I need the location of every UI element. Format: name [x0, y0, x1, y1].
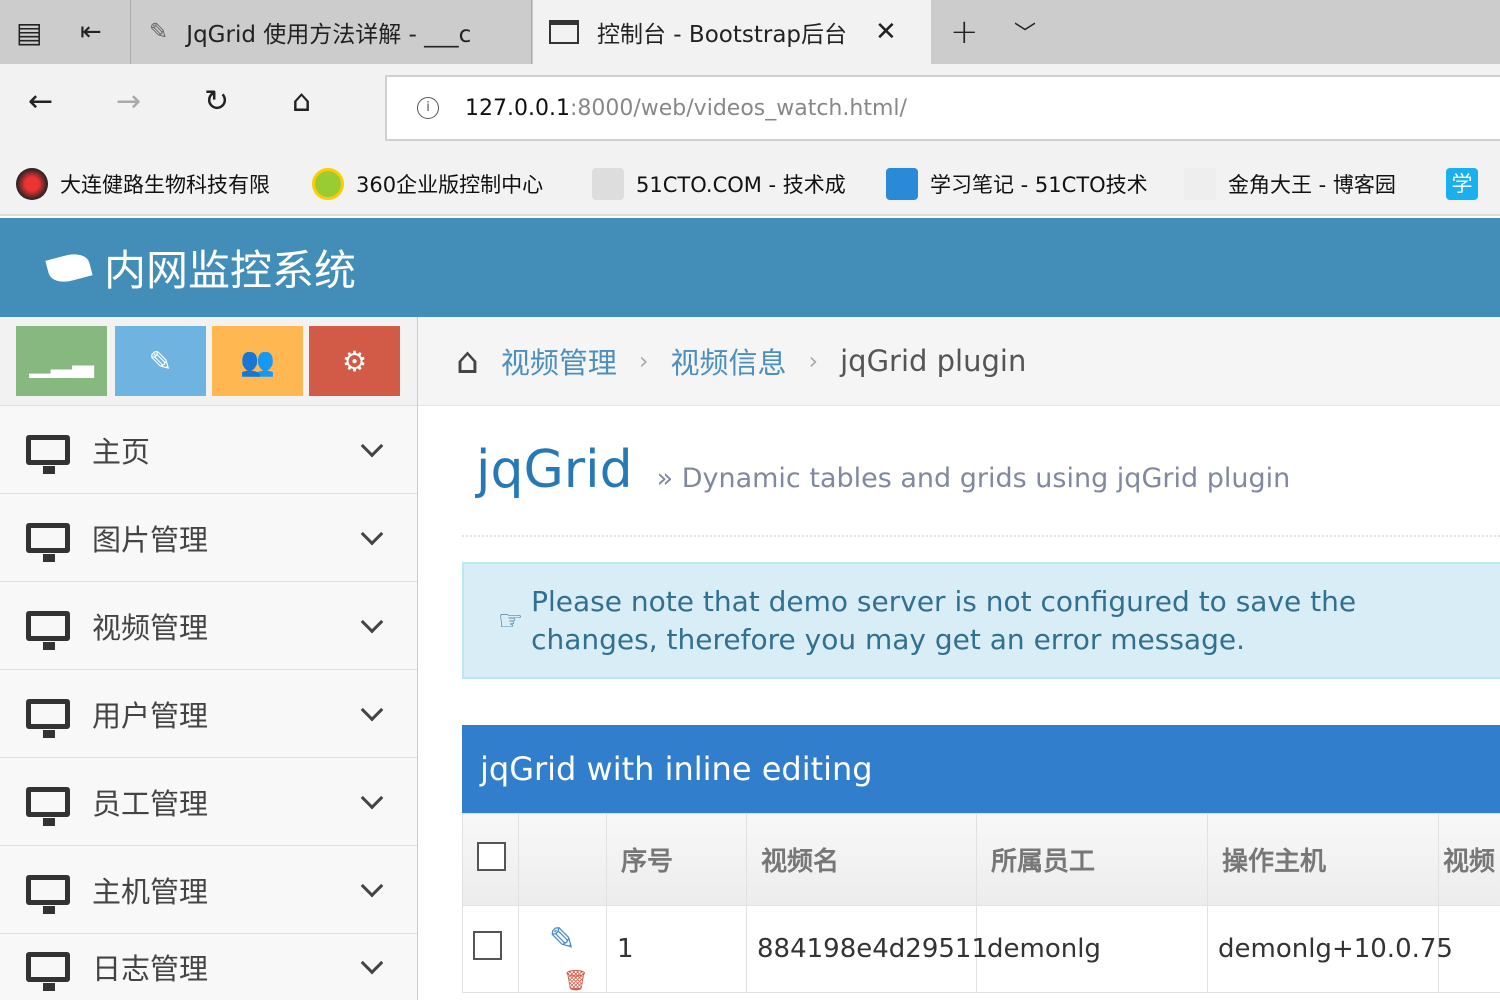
breadcrumb-link[interactable]: 视频管理 [501, 340, 617, 382]
url-field[interactable]: i 127.0.0.1:8000/web/videos_watch.html/ [385, 75, 1500, 141]
shortcut-pencil-button[interactable]: ✎ [115, 326, 206, 396]
select-all-checkbox[interactable] [477, 841, 506, 871]
desktop-icon [26, 952, 70, 991]
page-title: jqGrid [476, 440, 633, 500]
shortcut-signal-button[interactable]: ▁▂▃ [16, 326, 107, 396]
signal-icon: ▁▂▃ [29, 344, 94, 378]
grid-header-row: 序号 视频名 所属员工 操作主机 视频 [462, 813, 1500, 906]
refresh-icon[interactable]: ↻ [204, 84, 229, 119]
chevron-down-icon [360, 698, 384, 721]
desktop-icon [26, 874, 70, 914]
breadcrumb-separator-icon: › [808, 347, 819, 375]
tab-manager-icon[interactable]: ▤ [16, 0, 42, 64]
chevron-down-icon [360, 522, 384, 545]
forward-icon[interactable]: → [116, 84, 141, 119]
jqgrid-table: 序号 视频名 所属员工 操作主机 视频 ✎ 🗑 1 884198e4d29511 … [462, 813, 1500, 993]
breadcrumb-current: jqGrid plugin [840, 344, 1027, 378]
column-header[interactable]: 视频名 [746, 813, 977, 906]
page-subtitle: » Dynamic tables and grids using jqGrid … [656, 463, 1291, 494]
bookmark[interactable]: 360企业版控制中心 [312, 168, 543, 200]
select-all-cell [462, 813, 519, 906]
new-tab-icon[interactable]: + [950, 0, 979, 64]
cell: 884198e4d29511 [746, 905, 988, 993]
bookmark-icon [16, 168, 48, 200]
shortcut-cogs-button[interactable]: ⚙ [309, 326, 400, 396]
page-icon [549, 20, 579, 44]
row-actions: ✎ 🗑 [518, 905, 607, 993]
bookmark-icon [886, 168, 918, 200]
delete-icon[interactable]: 🗑 [563, 968, 588, 992]
sidebar-item-home[interactable]: 主页 [0, 405, 417, 493]
bookmark[interactable]: 学 [1446, 168, 1478, 200]
bookmark-icon [1184, 168, 1216, 200]
bookmark-icon: 学 [1446, 168, 1478, 200]
column-header[interactable]: 序号 [606, 813, 747, 906]
sidebar-item-employees[interactable]: 员工管理 [0, 757, 417, 845]
app-header: 内网监控系统 [0, 218, 1500, 317]
hand-right-icon: ☞ [498, 603, 524, 637]
desktop-icon [26, 786, 70, 826]
bookmark-icon [312, 168, 344, 200]
info-icon: i [417, 97, 439, 119]
tab-jqgrid[interactable]: ✎ JqGrid 使用方法详解 - ___c [130, 0, 532, 64]
breadcrumb-separator-icon: › [638, 347, 649, 375]
cell: demonlg+10.0.75 [1207, 905, 1453, 993]
page-header: jqGrid » Dynamic tables and grids using … [476, 440, 1496, 500]
row-checkbox[interactable] [473, 931, 502, 960]
column-header[interactable]: 所属员工 [976, 813, 1208, 906]
info-alert: ☞ Please note that demo server is not co… [462, 562, 1500, 679]
chevron-down-icon [360, 786, 384, 809]
chevron-down-icon [360, 434, 384, 457]
divider [462, 535, 1500, 537]
sidebar-item-logs[interactable]: 日志管理 [0, 933, 417, 1000]
row-select-cell [462, 905, 519, 993]
sidebar-item-images[interactable]: 图片管理 [0, 493, 417, 581]
breadcrumb: ⌂ 视频管理 › 视频信息 › jqGrid plugin [418, 317, 1500, 406]
app-title[interactable]: 内网监控系统 [104, 237, 356, 298]
column-header[interactable]: 视频 [1438, 813, 1500, 906]
bookmark[interactable]: 51CTO.COM - 技术成 [592, 168, 846, 200]
tab-list-chevron-icon[interactable]: ﹀ [1014, 0, 1036, 64]
set-aside-tabs-icon[interactable]: ⇤ [80, 0, 102, 64]
pencil-icon: ✎ [148, 344, 173, 378]
breadcrumb-link[interactable]: 视频信息 [670, 340, 786, 382]
table-row[interactable]: ✎ 🗑 1 884198e4d29511 demonlg demonlg+10.0… [462, 905, 1500, 993]
tab-console[interactable]: 控制台 - Bootstrap后台 ✕ [533, 0, 931, 64]
cell: 1 [606, 905, 747, 993]
users-icon: 👥 [240, 344, 275, 378]
cogs-icon: ⚙ [341, 344, 368, 378]
column-header[interactable]: 操作主机 [1207, 813, 1439, 906]
desktop-icon [26, 522, 70, 562]
sidebar-item-videos[interactable]: 视频管理 [0, 581, 417, 669]
tab-bar: ▤ ⇤ ✎ JqGrid 使用方法详解 - ___c 控制台 - Bootstra… [0, 0, 1500, 64]
home-icon[interactable]: ⌂ [292, 84, 311, 119]
actions-header [518, 813, 607, 906]
close-tab-icon[interactable]: ✕ [875, 17, 897, 47]
back-icon[interactable]: ← [28, 84, 53, 119]
bookmark[interactable]: 大连健路生物科技有限 [16, 168, 270, 200]
grid-caption: jqGrid with inline editing [462, 725, 1500, 813]
chevron-down-icon [360, 874, 384, 897]
shortcut-users-button[interactable]: 👥 [212, 326, 303, 396]
cell: demonlg [976, 905, 1208, 993]
desktop-icon [26, 698, 70, 738]
sidebar-item-users[interactable]: 用户管理 [0, 669, 417, 757]
site-icon: ✎ [149, 19, 169, 45]
bookmark[interactable]: 学习笔记 - 51CTO技术 [886, 168, 1148, 200]
desktop-icon [26, 610, 70, 650]
bookmark-icon [592, 168, 624, 200]
edit-icon[interactable]: ✎ [549, 920, 576, 958]
home-icon[interactable]: ⌂ [456, 341, 479, 382]
chevron-down-icon [360, 610, 384, 633]
sidebar-item-hosts[interactable]: 主机管理 [0, 845, 417, 933]
bookmark[interactable]: 金角大王 - 博客园 [1184, 168, 1396, 200]
leaf-icon [45, 249, 93, 286]
chevron-down-icon [360, 951, 384, 975]
desktop-icon [26, 434, 70, 474]
